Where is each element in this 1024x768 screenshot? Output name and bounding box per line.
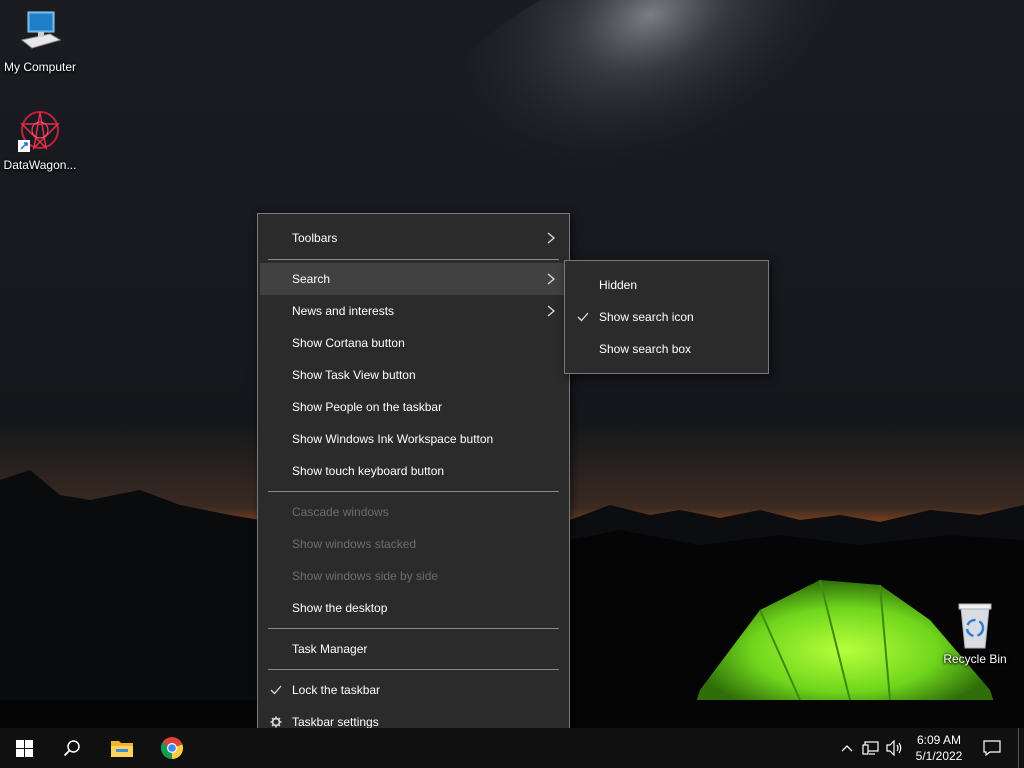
datawagon-icon xyxy=(16,108,64,156)
desktop-icon-label: Recycle Bin xyxy=(943,652,1007,666)
menu-item-label: Hidden xyxy=(599,278,638,292)
volume-tray-icon[interactable] xyxy=(884,728,906,768)
taskbar-file-explorer[interactable] xyxy=(98,728,146,768)
menu-item-label: Show windows stacked xyxy=(292,537,417,551)
start-button[interactable] xyxy=(0,728,48,768)
menu-item-label: Show search icon xyxy=(599,310,694,324)
desktop-icon-label: DataWagon... xyxy=(3,158,77,172)
start-icon xyxy=(15,739,33,757)
desktop-icon-recycle-bin[interactable]: Recycle Bin xyxy=(935,602,1015,666)
search-submenu: Hidden Show search icon Show search box xyxy=(564,260,769,374)
clock[interactable]: 6:09 AM 5/1/2022 xyxy=(906,732,972,764)
taskbar-context-menu: Toolbars Search News and interests Show … xyxy=(257,213,570,747)
menu-item-label: Show Windows Ink Workspace button xyxy=(292,432,494,446)
computer-icon xyxy=(16,10,64,58)
menu-item-label: Toolbars xyxy=(292,231,338,245)
taskbar: 6:09 AM 5/1/2022 xyxy=(0,728,1024,768)
desktop-icon-label: My Computer xyxy=(3,60,77,74)
network-icon xyxy=(862,741,879,755)
submenu-item-show-search-icon[interactable]: Show search icon xyxy=(567,301,766,333)
menu-item-label: Task Manager xyxy=(292,642,368,656)
menu-item-label: Show Cortana button xyxy=(292,336,405,350)
menu-item-toolbars[interactable]: Toolbars xyxy=(260,222,567,254)
submenu-item-hidden[interactable]: Hidden xyxy=(567,269,766,301)
submenu-item-show-search-box[interactable]: Show search box xyxy=(567,333,766,365)
menu-separator xyxy=(268,628,559,629)
clock-time: 6:09 AM xyxy=(916,733,962,747)
menu-item-label: Show Task View button xyxy=(292,368,416,382)
clock-date: 5/1/2022 xyxy=(915,749,963,763)
speaker-icon xyxy=(886,740,902,756)
menu-item-search[interactable]: Search xyxy=(260,263,567,295)
taskbar-search-button[interactable] xyxy=(48,728,96,768)
checkmark-icon xyxy=(270,685,282,695)
file-explorer-icon xyxy=(111,741,133,757)
chevron-right-icon xyxy=(547,273,556,285)
menu-item-windows-side-by-side: Show windows side by side xyxy=(260,560,567,592)
chevron-right-icon xyxy=(547,232,556,244)
chevron-right-icon xyxy=(547,305,556,317)
menu-item-show-cortana[interactable]: Show Cortana button xyxy=(260,327,567,359)
action-center-button[interactable] xyxy=(978,728,1006,768)
menu-item-task-manager[interactable]: Task Manager xyxy=(260,633,567,665)
gear-icon xyxy=(270,716,282,728)
menu-item-label: Show search box xyxy=(599,342,692,356)
menu-separator xyxy=(268,669,559,670)
menu-separator xyxy=(268,491,559,492)
menu-item-show-desktop[interactable]: Show the desktop xyxy=(260,592,567,624)
menu-separator xyxy=(268,259,559,260)
menu-item-label: Show touch keyboard button xyxy=(292,464,445,478)
menu-item-label: Cascade windows xyxy=(292,505,389,519)
menu-item-label: News and interests xyxy=(292,304,395,318)
menu-item-show-windows-ink[interactable]: Show Windows Ink Workspace button xyxy=(260,423,567,455)
search-icon xyxy=(63,740,80,757)
menu-item-cascade-windows: Cascade windows xyxy=(260,496,567,528)
taskbar-chrome[interactable] xyxy=(148,728,196,768)
menu-item-label: Show windows side by side xyxy=(292,569,439,583)
desktop-icon-my-computer[interactable]: My Computer xyxy=(0,10,80,74)
menu-item-windows-stacked: Show windows stacked xyxy=(260,528,567,560)
menu-item-label: Show the desktop xyxy=(292,601,388,615)
menu-item-label: Show People on the taskbar xyxy=(292,400,443,414)
menu-item-show-touch-keyboard[interactable]: Show touch keyboard button xyxy=(260,455,567,487)
menu-item-show-task-view[interactable]: Show Task View button xyxy=(260,359,567,391)
menu-item-news-and-interests[interactable]: News and interests xyxy=(260,295,567,327)
menu-item-label: Lock the taskbar xyxy=(292,683,381,697)
show-desktop-strip[interactable] xyxy=(1018,728,1024,768)
menu-item-label: Search xyxy=(292,272,331,286)
menu-item-lock-taskbar[interactable]: Lock the taskbar xyxy=(260,674,567,706)
menu-item-show-people[interactable]: Show People on the taskbar xyxy=(260,391,567,423)
notification-icon xyxy=(983,740,1001,756)
checkmark-icon xyxy=(577,312,589,322)
desktop-icon-datawagon[interactable]: DataWagon... xyxy=(0,108,80,172)
show-hidden-icons-button[interactable] xyxy=(838,728,856,768)
recycle-bin-icon xyxy=(951,602,999,650)
chevron-up-icon xyxy=(841,745,853,752)
chrome-icon xyxy=(161,737,184,760)
network-tray-icon[interactable] xyxy=(860,728,882,768)
